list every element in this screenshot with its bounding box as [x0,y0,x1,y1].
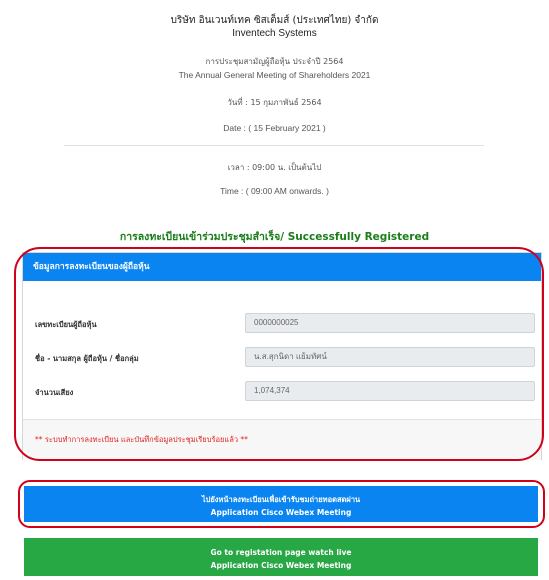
company-name-thai: บริษัท อินเวนท์เทค ซิสเต็มส์ (ประเทศไทย)… [170,15,379,26]
webex-button-thai-line2: Application Cisco Webex Meeting [210,508,352,517]
card-header: ข้อมูลการลงทะเบียนของผู้ถือหุ้น [23,253,541,281]
shareholder-name-label: ชื่อ - นามสกุล ผู้ถือหุ้น / ชื่อกลุ่ม [35,354,139,363]
webex-registration-button-thai[interactable]: ไปยังหน้าลงทะเบียนเพื่อเข้ารับชมถ่ายทอดส… [24,486,538,522]
meeting-title-thai: การประชุมสามัญผู้ถือหุ้น ประจำปี 2564 [205,57,344,66]
header-divider [64,145,484,146]
registration-notice: ** ระบบทำการลงทะเบียน และบันทึกข้อมูลประ… [35,435,248,444]
registration-page: บริษัท อินเวนท์เทค ซิสเต็มส์ (ประเทศไทย)… [0,0,549,580]
webex-button-thai-line1: ไปยังหน้าลงทะเบียนเพื่อเข้ารับชมถ่ายทอดส… [201,495,361,504]
shareholder-name-field: น.ส.สุกนิดา แย้มทัศน์ [245,347,535,367]
card-footer: ** ระบบทำการลงทะเบียน และบันทึกข้อมูลประ… [23,419,541,460]
shareholder-id-label: เลขทะเบียนผู้ถือหุ้น [35,320,97,329]
webex-registration-button-english[interactable]: Go to registation page watch live Applic… [24,538,538,576]
meeting-time-thai: เวลา : 09:00 น. เป็นต้นไป [227,163,322,172]
meeting-date-thai: วันที่ : 15 กุมภาพันธ์ 2564 [227,98,322,107]
meeting-date-english: Date : ( 15 February 2021 ) [223,123,326,133]
vote-count-label: จำนวนเสียง [35,388,74,397]
registration-info-card: ข้อมูลการลงทะเบียนของผู้ถือหุ้น เลขทะเบี… [22,252,542,460]
registration-success-message: การลงทะเบียนเข้าร่วมประชุมสำเร็จ/ Succes… [119,231,430,243]
meeting-title-english: The Annual General Meeting of Shareholde… [178,70,371,80]
webex-button-english-line2: Application Cisco Webex Meeting [210,561,352,570]
shareholder-id-field: 0000000025 [245,313,535,333]
meeting-time-english: Time : ( 09:00 AM onwards. ) [220,186,329,196]
vote-count-field: 1,074,374 [245,381,535,401]
webex-button-english-line1: Go to registation page watch live [210,548,352,557]
company-name-english: Inventech Systems [232,28,317,39]
